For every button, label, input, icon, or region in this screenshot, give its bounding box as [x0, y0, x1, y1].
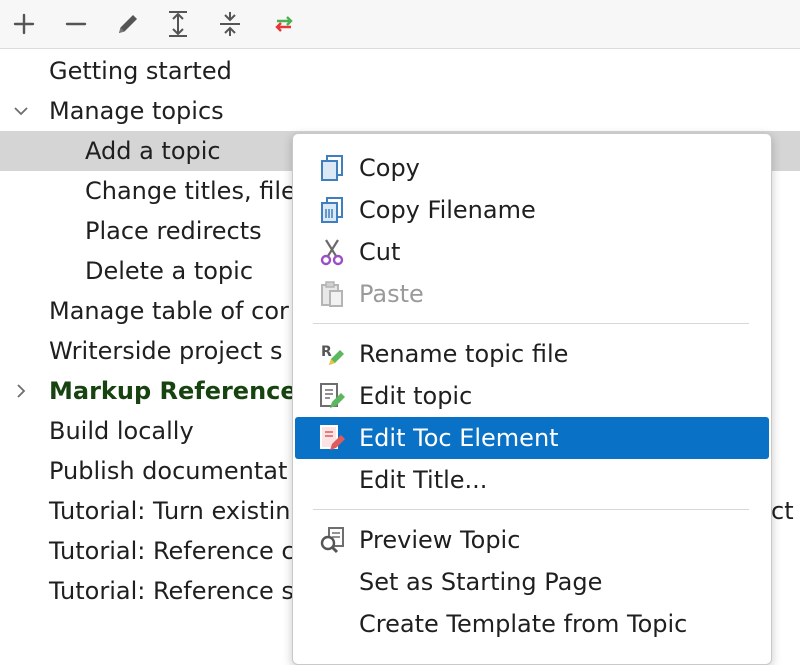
menu-item-rename-topic-file[interactable]: R Rename topic file	[295, 333, 769, 375]
scissors-icon	[317, 237, 347, 267]
tree-item-label: Manage topics	[49, 97, 224, 125]
edit-toc-icon	[317, 423, 347, 453]
menu-item-label: Copy Filename	[359, 196, 536, 224]
menu-item-cut[interactable]: Cut	[295, 231, 769, 273]
copy-filename-icon	[317, 195, 347, 225]
tree-item-label: Tutorial: Reference s	[49, 577, 294, 605]
tree-item-label: Manage table of cor	[49, 297, 289, 325]
menu-item-edit-topic[interactable]: Edit topic	[295, 375, 769, 417]
plus-icon[interactable]	[8, 8, 40, 40]
menu-item-label: Edit topic	[359, 382, 473, 410]
tree-item-label: Build locally	[49, 417, 194, 445]
paste-icon	[317, 279, 347, 309]
menu-item-create-template[interactable]: Create Template from Topic	[295, 603, 769, 645]
tree-item-label: Tutorial: Reference c	[49, 537, 295, 565]
menu-item-label: Edit Toc Element	[359, 424, 559, 452]
menu-item-set-starting-page[interactable]: Set as Starting Page	[295, 561, 769, 603]
menu-separator	[313, 509, 749, 510]
tree-item-label: Delete a topic	[85, 257, 254, 285]
tree-item-label: Publish documentat	[49, 457, 288, 485]
tree-item-label-suffix: ct	[771, 497, 794, 525]
tree-item-getting-started[interactable]: Getting started	[0, 51, 800, 91]
collapse-all-icon[interactable]	[214, 8, 246, 40]
context-menu: Copy Copy Filename Cut Paste R Rename to…	[292, 133, 772, 665]
menu-item-paste[interactable]: Paste	[295, 273, 769, 315]
chevron-right-icon[interactable]	[11, 371, 31, 411]
menu-item-label: Set as Starting Page	[359, 568, 603, 596]
menu-item-label: Create Template from Topic	[359, 610, 688, 638]
preview-icon	[317, 525, 347, 555]
menu-item-label: Preview Topic	[359, 526, 521, 554]
tree-item-label: Writerside project s	[49, 337, 283, 365]
menu-item-label: Rename topic file	[359, 340, 569, 368]
menu-item-copy-filename[interactable]: Copy Filename	[295, 189, 769, 231]
swap-arrows-icon[interactable]	[268, 8, 300, 40]
tree-item-label: Change titles, file	[85, 177, 296, 205]
menu-separator	[313, 323, 749, 324]
svg-text:R: R	[321, 344, 332, 360]
pencil-icon[interactable]	[112, 8, 144, 40]
chevron-down-icon[interactable]	[11, 91, 31, 131]
menu-item-label: Edit Title...	[359, 466, 488, 494]
menu-item-edit-title[interactable]: Edit Title...	[295, 459, 769, 501]
expand-all-icon[interactable]	[162, 8, 194, 40]
menu-item-copy[interactable]: Copy	[295, 147, 769, 189]
menu-item-label: Copy	[359, 154, 420, 182]
tree-item-manage-topics[interactable]: Manage topics	[0, 91, 800, 131]
tree-item-label: Add a topic	[85, 137, 221, 165]
copy-icon	[317, 153, 347, 183]
tree-item-label: Markup Reference	[49, 377, 297, 405]
menu-item-label: Paste	[359, 280, 424, 308]
tree-item-label: Tutorial: Turn existin	[49, 497, 291, 525]
tree-item-label: Place redirects	[85, 217, 262, 245]
menu-item-preview-topic[interactable]: Preview Topic	[295, 519, 769, 561]
menu-item-label: Cut	[359, 238, 401, 266]
rename-file-icon: R	[317, 339, 347, 369]
minus-icon[interactable]	[60, 8, 92, 40]
tree-item-label: Getting started	[49, 57, 232, 85]
edit-topic-icon	[317, 381, 347, 411]
toolbar	[0, 0, 800, 49]
menu-item-edit-toc-element[interactable]: Edit Toc Element	[295, 417, 769, 459]
